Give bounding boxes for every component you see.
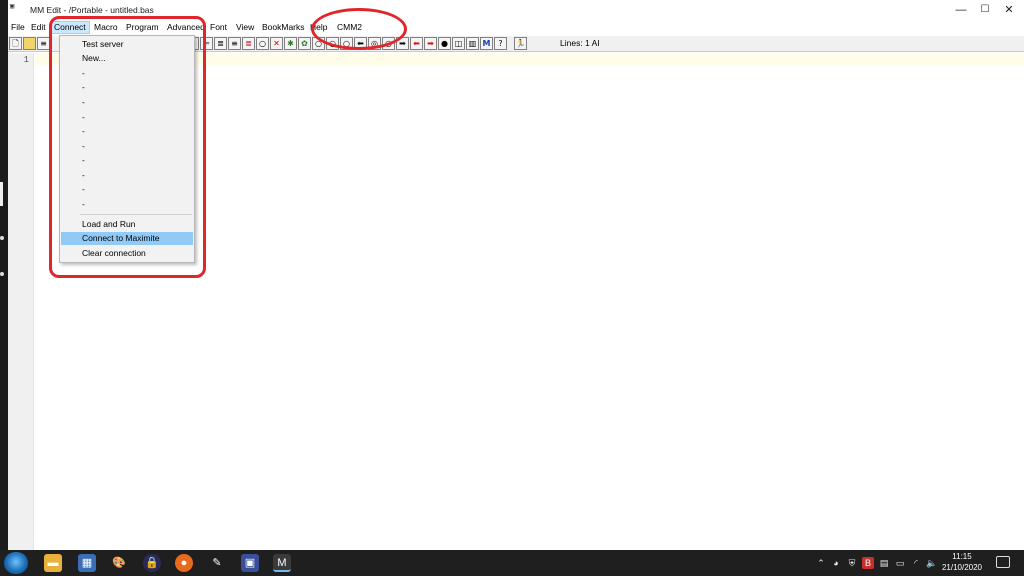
maximite-icon[interactable]: M — [480, 37, 493, 50]
align-lines-icon[interactable]: ≡ — [228, 37, 241, 50]
panel-icon[interactable]: ▥ — [466, 37, 479, 50]
clock-time[interactable]: 11:15 — [944, 552, 980, 561]
help-icon[interactable]: ? — [494, 37, 507, 50]
display-icon[interactable]: ▤ — [878, 557, 890, 569]
windows-taskbar: ▬ ▦ 🎨 🔒 ● ✎ ▣ M ⌃ ◕ ⛨ B ▤ ▭ ◜ 🔈 11:15 21… — [0, 550, 1024, 576]
red-arrow-right-icon[interactable]: ➡ — [424, 37, 437, 50]
start-button[interactable] — [4, 552, 28, 574]
clock-date[interactable]: 21/10/2020 — [940, 563, 984, 572]
lines-status: Lines: 1 AI — [560, 38, 600, 48]
volume-icon[interactable]: 🔈 — [926, 557, 938, 569]
desktop-edge-dot — [0, 236, 4, 240]
align-right-icon[interactable]: ≣ — [214, 37, 227, 50]
red-lines-icon[interactable]: ≣ — [242, 37, 255, 50]
line-number: 1 — [23, 55, 29, 65]
calculator-icon[interactable]: ▦ — [78, 554, 96, 572]
mm-edit-window: ▣ MM Edit - /Portable - untitled.bas — ☐… — [8, 0, 1024, 550]
menu-bookmarks[interactable]: BookMarks — [259, 21, 308, 34]
battery-icon[interactable]: ▭ — [894, 557, 906, 569]
globe-icon[interactable]: ● — [438, 37, 451, 50]
desktop-edge-dot — [0, 272, 4, 276]
menu-file[interactable]: File — [8, 21, 28, 34]
security-lock-icon[interactable]: 🔒 — [143, 554, 161, 572]
leaf-icon[interactable]: ✿ — [298, 37, 311, 50]
app-icon[interactable]: ▣ — [241, 554, 259, 572]
comment-icon[interactable]: ○ — [256, 37, 269, 50]
mm-app-icon: ▣ — [10, 2, 15, 10]
chevron-up-icon[interactable]: ⌃ — [815, 557, 827, 569]
red-annotation-rectangle — [49, 16, 206, 278]
line-number-gutter: 1 — [8, 53, 34, 550]
b-app-icon[interactable]: B — [862, 557, 874, 569]
split-panel-icon[interactable]: ◫ — [452, 37, 465, 50]
close-button[interactable]: ✕ — [995, 2, 1023, 18]
paint-icon[interactable]: 🎨 — [110, 554, 128, 572]
file-explorer-icon[interactable]: ▬ — [44, 554, 62, 572]
bug-icon[interactable]: ✱ — [284, 37, 297, 50]
mm-edit-taskbar-icon[interactable]: M — [273, 554, 291, 572]
menu-edit[interactable]: Edit — [28, 21, 49, 34]
red-annotation-ellipse — [311, 8, 407, 50]
notes-icon[interactable]: ✎ — [208, 554, 226, 572]
menu-font[interactable]: Font — [207, 21, 230, 34]
window-title: MM Edit - /Portable - untitled.bas — [30, 5, 154, 15]
desktop-edge-mark — [0, 182, 3, 206]
firefox-icon[interactable]: ● — [175, 554, 193, 572]
delete-icon[interactable]: ✕ — [270, 37, 283, 50]
shield-icon[interactable]: ⛨ — [846, 557, 858, 569]
discord-icon[interactable]: ◕ — [830, 557, 842, 569]
menu-view[interactable]: View — [233, 21, 257, 34]
notification-icon[interactable] — [996, 556, 1010, 568]
red-arrow-left-icon[interactable]: ⬅ — [410, 37, 423, 50]
background-edge — [0, 0, 8, 550]
new-file-icon[interactable]: 🗋 — [9, 37, 22, 50]
open-folder-icon[interactable] — [23, 37, 36, 50]
run-icon[interactable]: 🏃 — [514, 37, 527, 50]
wifi-icon[interactable]: ◜ — [910, 557, 922, 569]
